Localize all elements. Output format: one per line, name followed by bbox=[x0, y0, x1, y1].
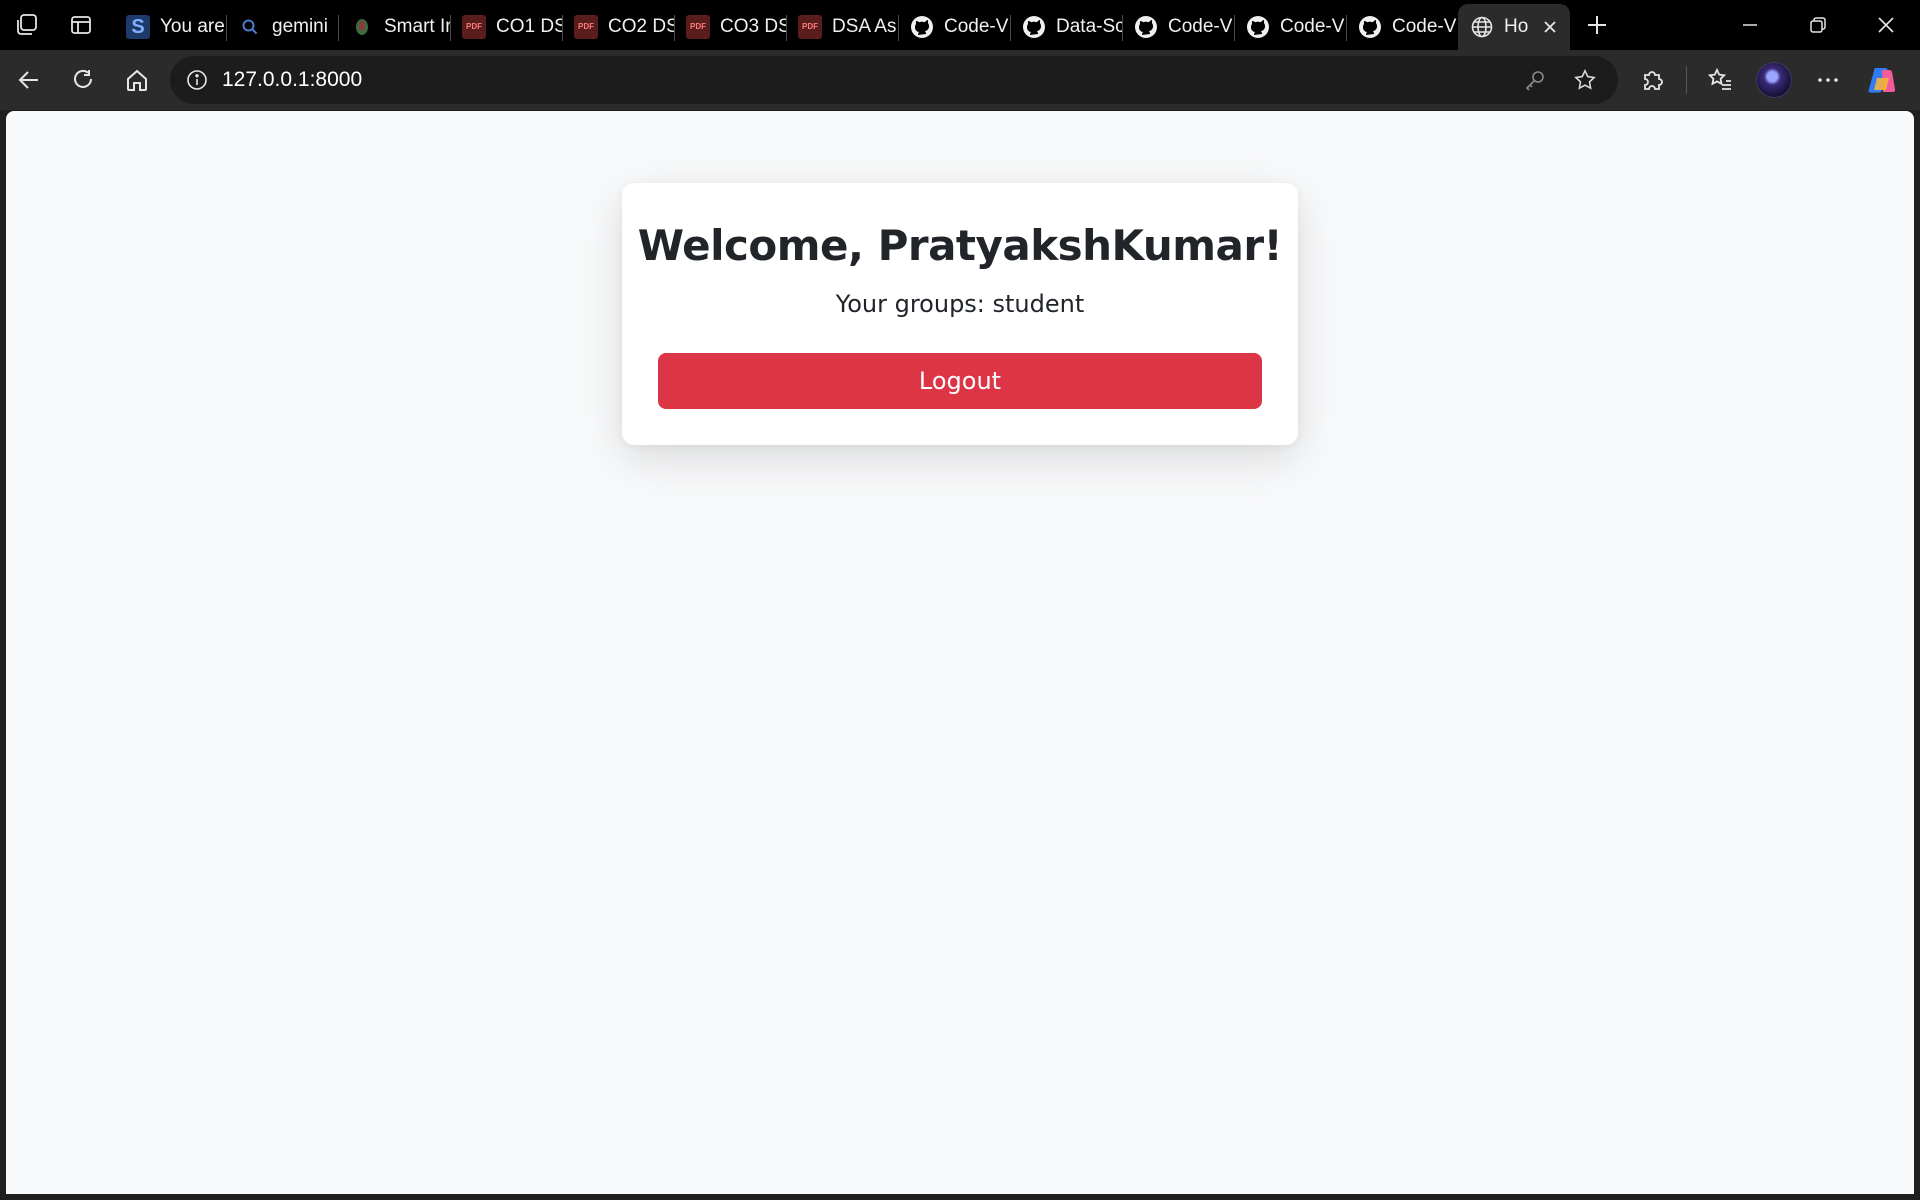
restore-button[interactable] bbox=[1784, 0, 1852, 50]
pdf-icon: PDF bbox=[574, 15, 598, 39]
tab-label: You are bbox=[160, 16, 225, 37]
tab-github-3[interactable]: Code-V bbox=[1122, 6, 1234, 48]
tab-label: CO3 DS bbox=[720, 16, 786, 37]
workspaces-icon bbox=[17, 14, 37, 35]
back-arrow-icon bbox=[18, 71, 38, 89]
tab-co2[interactable]: PDF CO2 DS bbox=[562, 6, 674, 48]
profile-button[interactable] bbox=[1747, 55, 1801, 105]
close-icon bbox=[1878, 17, 1894, 33]
tab-gemini[interactable]: gemini bbox=[226, 6, 338, 48]
password-key-button[interactable] bbox=[1512, 57, 1558, 103]
pdf-icon: PDF bbox=[686, 15, 710, 39]
close-window-button[interactable] bbox=[1852, 0, 1920, 50]
tab-actions-icon bbox=[71, 16, 91, 34]
github-icon bbox=[1358, 15, 1382, 39]
copilot-button[interactable] bbox=[1855, 55, 1909, 105]
favorite-star-button[interactable] bbox=[1562, 57, 1608, 103]
github-icon bbox=[910, 15, 934, 39]
new-tab-button[interactable] bbox=[1570, 0, 1624, 50]
minimize-icon bbox=[1743, 24, 1757, 26]
tab-co1[interactable]: PDF CO1 DS bbox=[450, 6, 562, 48]
tab-label: Code-V bbox=[944, 16, 1009, 37]
address-actions bbox=[1512, 56, 1608, 104]
tab-github-5[interactable]: Code-V bbox=[1346, 6, 1458, 48]
favorites-button[interactable] bbox=[1693, 55, 1747, 105]
pdf-icon: PDF bbox=[462, 15, 486, 39]
close-icon bbox=[1544, 21, 1556, 33]
home-button[interactable] bbox=[110, 55, 164, 105]
s-favicon-icon: S bbox=[126, 15, 150, 39]
refresh-button[interactable] bbox=[56, 55, 110, 105]
leaf-favicon-icon bbox=[350, 15, 374, 39]
puzzle-icon bbox=[1644, 71, 1663, 90]
star-icon bbox=[1574, 68, 1596, 90]
back-button[interactable] bbox=[2, 55, 56, 105]
tab-smart[interactable]: Smart Ir bbox=[338, 6, 450, 48]
tab-home-active[interactable]: Ho bbox=[1458, 4, 1570, 50]
address-bar[interactable]: 127.0.0.1:8000 bbox=[170, 56, 1618, 104]
groups-text: Your groups: student bbox=[835, 290, 1085, 318]
tab-co3[interactable]: PDF CO3 DS bbox=[674, 6, 786, 48]
tab-github-1[interactable]: Code-V bbox=[898, 6, 1010, 48]
vertical-tabs-button[interactable] bbox=[54, 0, 108, 50]
restore-icon bbox=[1810, 17, 1826, 33]
browser-window: S You are gemini Smart Ir PDF CO1 DS PDF… bbox=[0, 0, 1920, 1200]
welcome-card: Welcome, PratyakshKumar! Your groups: st… bbox=[622, 183, 1298, 445]
key-icon bbox=[1525, 71, 1544, 91]
tab-label: gemini bbox=[272, 16, 328, 37]
pdf-icon: PDF bbox=[798, 15, 822, 39]
refresh-icon bbox=[74, 69, 92, 88]
globe-icon bbox=[1470, 15, 1494, 39]
github-icon bbox=[1246, 15, 1270, 39]
toolbar-right bbox=[1626, 55, 1909, 105]
url-text[interactable]: 127.0.0.1:8000 bbox=[222, 68, 362, 92]
tab-label: CO1 DS bbox=[496, 16, 562, 37]
plus-icon bbox=[1588, 16, 1606, 34]
favorites-list-icon bbox=[1707, 67, 1731, 90]
tab-label: DSA As bbox=[832, 16, 897, 37]
tab-dsa[interactable]: PDF DSA As bbox=[786, 6, 898, 48]
tab-github-4[interactable]: Code-V bbox=[1234, 6, 1346, 48]
tab-label: Smart Ir bbox=[384, 16, 450, 37]
avatar bbox=[1756, 62, 1792, 98]
search-favicon-icon bbox=[238, 15, 262, 39]
more-menu-button[interactable] bbox=[1801, 55, 1855, 105]
tab-list: S You are gemini Smart Ir PDF CO1 DS PDF… bbox=[114, 0, 1570, 50]
extensions-button[interactable] bbox=[1626, 55, 1680, 105]
window-controls bbox=[1716, 0, 1920, 50]
github-icon bbox=[1022, 15, 1046, 39]
tab-label: CO2 DS bbox=[608, 16, 674, 37]
home-icon bbox=[127, 69, 147, 91]
tab-label: Code-V bbox=[1280, 16, 1345, 37]
tab-label: Ho bbox=[1504, 16, 1528, 37]
page-viewport: Welcome, PratyakshKumar! Your groups: st… bbox=[6, 111, 1914, 1194]
tab-strip: S You are gemini Smart Ir PDF CO1 DS PDF… bbox=[0, 0, 1920, 50]
info-icon[interactable] bbox=[186, 69, 208, 91]
welcome-heading: Welcome, PratyakshKumar! bbox=[637, 221, 1283, 270]
more-dots-icon bbox=[1818, 78, 1838, 82]
tab-label: Code-V bbox=[1168, 16, 1233, 37]
tab-label: Code-V bbox=[1392, 16, 1457, 37]
toolbar-divider bbox=[1686, 66, 1687, 94]
minimize-button[interactable] bbox=[1716, 0, 1784, 50]
copilot-icon bbox=[1868, 68, 1896, 93]
tab-label: Data-Sc bbox=[1056, 16, 1122, 37]
github-icon bbox=[1134, 15, 1158, 39]
tab-you-are[interactable]: S You are bbox=[114, 6, 226, 48]
tab-github-2[interactable]: Data-Sc bbox=[1010, 6, 1122, 48]
workspaces-button[interactable] bbox=[0, 0, 54, 50]
toolbar: 127.0.0.1:8000 bbox=[0, 50, 1920, 110]
logout-button[interactable]: Logout bbox=[658, 353, 1262, 409]
close-tab-button[interactable] bbox=[1538, 15, 1562, 39]
